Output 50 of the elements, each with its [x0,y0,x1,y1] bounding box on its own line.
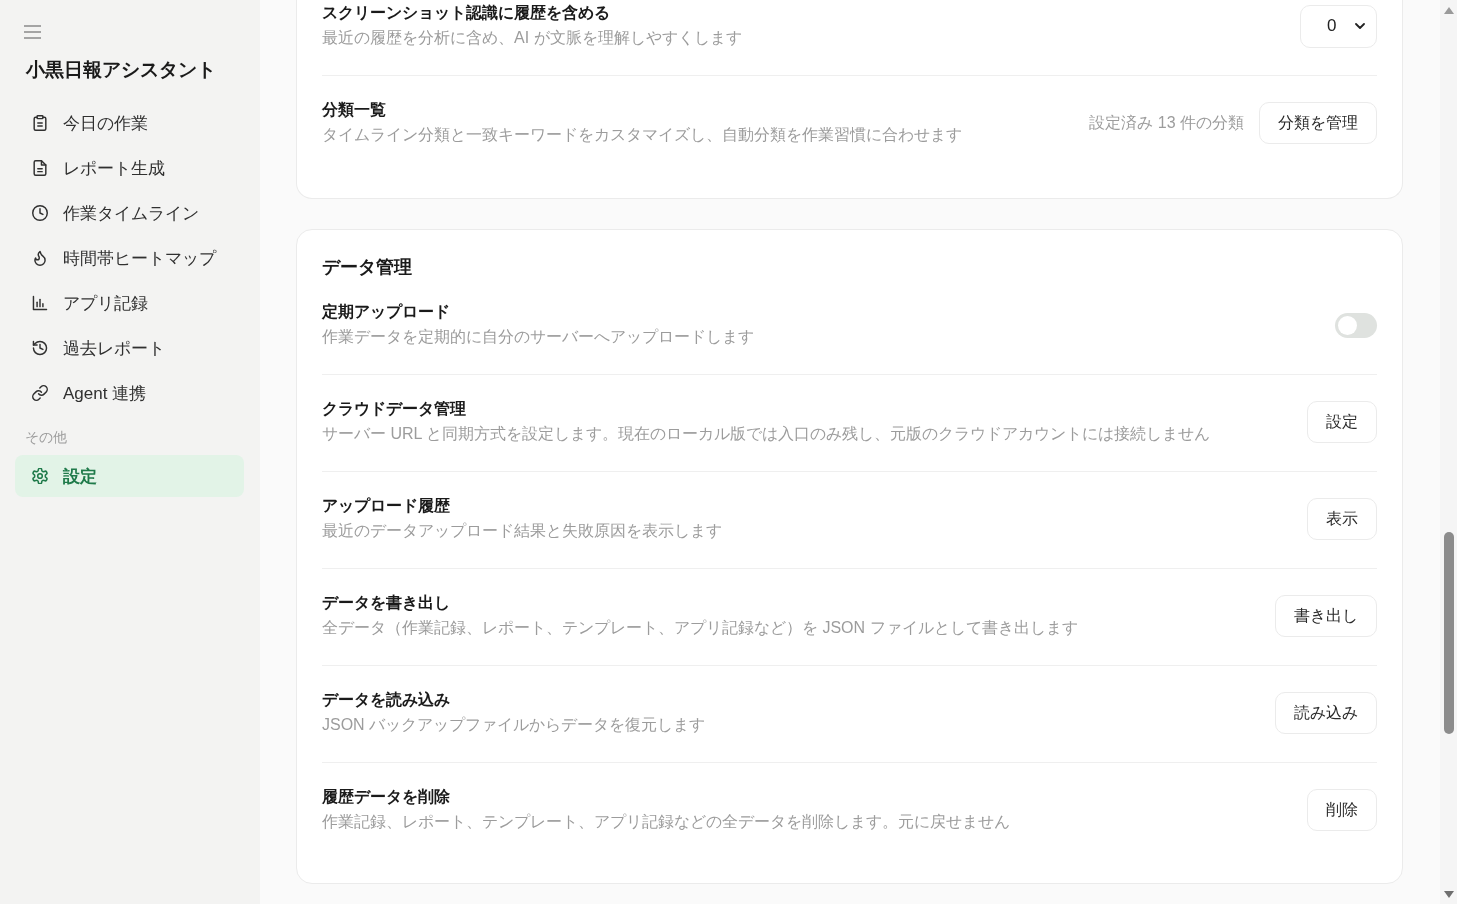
nav-item[interactable]: 作業タイムライン [15,192,244,234]
setting-title: 履歴データを削除 [322,787,451,807]
menu-icon[interactable] [24,25,41,39]
nav-item[interactable]: アプリ記録 [15,282,244,324]
setting-title: データを読み込み [322,690,451,710]
setting-note: 設定済み 13 件の分類 [1089,112,1244,133]
setting-description: 作業記録、レポート、テンプレート、アプリ記録などの全データを削除します。元に戻せません [322,812,1011,832]
history-icon [32,340,48,356]
clock-icon [32,205,48,221]
setting-description: 最近のデータアップロード結果と失敗原因を表示します [322,521,723,541]
scrollbar[interactable] [1440,0,1457,904]
section-title: データ管理 [322,256,413,279]
action-button[interactable]: 削除 [1307,789,1377,831]
document-icon [32,160,48,176]
nav-item[interactable]: レポート生成 [15,147,244,189]
setting-title: アップロード履歴 [322,496,451,516]
bar-chart-icon [32,295,48,311]
clipboard-icon [32,115,48,131]
action-button[interactable]: 分類を管理 [1259,102,1377,144]
setting-title: データを書き出し [322,593,451,613]
app-title: 小黒日報アシスタント [26,58,216,82]
nav-item[interactable]: 設定 [15,455,244,497]
section-label: その他 [25,428,67,447]
setting-description: サーバー URL と同期方式を設定します。現在のローカル版では入口のみ残し、元版のクラウドアカウントには接続しません [322,424,1212,444]
setting-title: クラウドデータ管理 [322,399,467,419]
flame-icon [32,250,48,266]
nav-item[interactable]: Agent 連携 [15,372,244,414]
setting-description: 全データ（作業記録、レポート、テンプレート、アプリ記録など）を JSON ファイルとして書き出します [322,618,1079,638]
setting-description: タイムライン分類と一致キーワードをカスタマイズし、自動分類を作業習慣に合わせます [322,125,963,145]
toggle-switch[interactable] [1335,312,1377,338]
nav-item[interactable]: 今日の作業 [15,102,244,144]
link-icon [32,385,48,401]
setting-description: 作業データを定期的に自分のサーバーへアップロードします [322,327,755,347]
nav-item[interactable]: 過去レポート [15,327,244,369]
action-button[interactable]: 読み込み [1275,692,1377,734]
setting-description: 最近の履歴を分析に含め、AI が文脈を理解しやすくします [322,28,743,48]
nav-item[interactable]: 時間帯ヒートマップ [15,237,244,279]
setting-title: 分類一覧 [322,100,387,120]
select-field[interactable]: 0 [1300,4,1377,48]
action-button[interactable]: 表示 [1307,498,1377,540]
action-button[interactable]: 書き出し [1275,595,1377,637]
scroll-up-icon[interactable] [1443,7,1454,14]
settings-icon [32,468,48,484]
setting-description: JSON バックアップファイルからデータを復元します [322,715,707,735]
chevron-down-icon [1355,23,1365,29]
setting-title: スクリーンショット認識に履歴を含める [322,3,611,23]
action-button[interactable]: 設定 [1307,401,1377,443]
setting-title: 定期アップロード [322,302,451,322]
scrollbar-thumb[interactable] [1443,532,1454,734]
scroll-down-icon[interactable] [1443,891,1454,898]
